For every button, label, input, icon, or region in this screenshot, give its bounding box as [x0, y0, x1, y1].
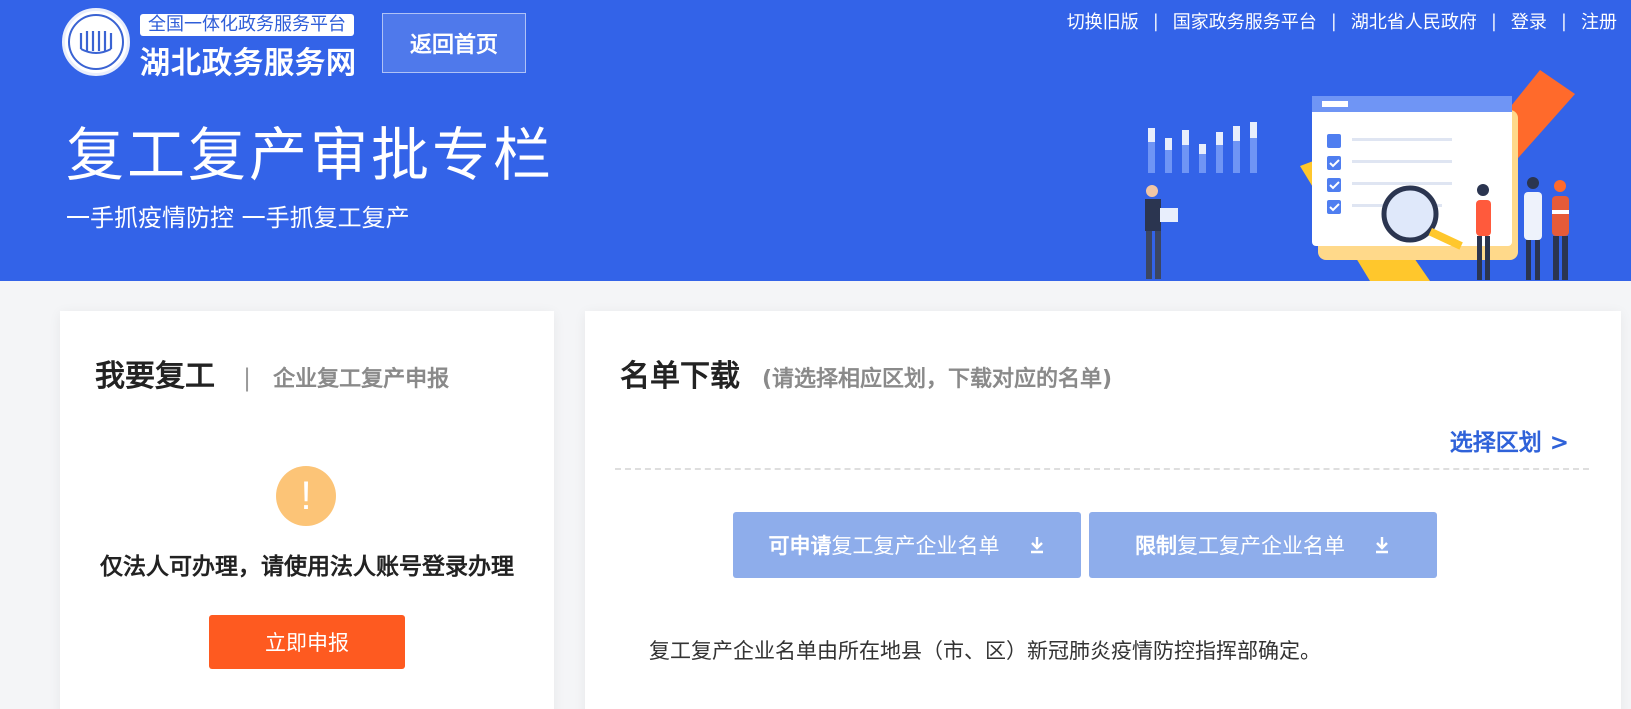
apply-now-button[interactable]: 立即申报 [209, 615, 405, 669]
banner-illustration [1145, 70, 1575, 281]
warning-icon: ! [276, 466, 336, 526]
banner-subtitle: 一手抓疫情防控 一手抓复工复产 [66, 204, 410, 232]
download-allowed-list-button[interactable]: 可申请 复工复产企业名单 [733, 512, 1081, 578]
download-button-label: 复工复产企业名单 [1177, 534, 1345, 558]
banner-title: 复工复产审批专栏 [66, 121, 555, 189]
list-download-header: 名单下载 (请选择相应区划，下载对应的名单) [620, 351, 1112, 395]
register-link[interactable]: 注册 [1581, 8, 1617, 34]
link-separator: | [1490, 10, 1497, 32]
download-restricted-list-button[interactable]: 限制 复工复产企业名单 [1089, 512, 1437, 578]
select-region-link[interactable]: 选择区划 > [1450, 423, 1569, 457]
resume-work-subtitle: 企业复工复产申报 [273, 367, 450, 392]
download-button-emphasis: 限制 [1135, 534, 1177, 558]
link-separator: | [1152, 10, 1159, 32]
dashed-divider [615, 468, 1589, 470]
switch-old-version-link[interactable]: 切换旧版 [1067, 8, 1139, 34]
hubei-government-link[interactable]: 湖北省人民政府 [1351, 8, 1477, 34]
list-source-note: 复工复产企业名单由所在地县（市、区）新冠肺炎疫情防控指挥部确定。 [649, 639, 1321, 663]
top-links: 切换旧版 | 国家政务服务平台 | 湖北省人民政府 | 登录 | 注册 [1067, 8, 1617, 34]
back-home-button[interactable]: 返回首页 [382, 13, 526, 73]
download-icon [1376, 537, 1388, 554]
resume-work-title: 我要复工 [95, 359, 215, 394]
site-logo[interactable] [62, 8, 130, 76]
resume-work-card: 我要复工 | 企业复工复产申报 ! 仅法人可办理，请使用法人账号登录办理 立即申… [60, 311, 554, 709]
download-button-label: 复工复产企业名单 [831, 534, 1000, 558]
warning-message: 仅法人可办理，请使用法人账号登录办理 [100, 554, 514, 580]
login-link[interactable]: 登录 [1511, 8, 1547, 34]
national-platform-link[interactable]: 国家政务服务平台 [1173, 8, 1317, 34]
download-button-emphasis: 可申请 [768, 534, 832, 558]
site-name[interactable]: 湖北政务服务网 [140, 38, 357, 82]
emblem-icon [68, 14, 124, 70]
resume-work-header: 我要复工 | 企业复工复产申报 [95, 351, 449, 395]
title-divider: | [243, 364, 252, 392]
platform-tag: 全国一体化政务服务平台 [140, 14, 354, 36]
list-download-card: 名单下载 (请选择相应区划，下载对应的名单) 选择区划 > 可申请 复工复产企业… [585, 311, 1621, 709]
list-download-hint: (请选择相应区划，下载对应的名单) [762, 367, 1113, 392]
bar-chart-decoration [1148, 122, 1257, 173]
header-banner: 全国一体化政务服务平台 湖北政务服务网 返回首页 切换旧版 | 国家政务服务平台… [0, 0, 1631, 281]
download-icon [1030, 537, 1043, 554]
link-separator: | [1560, 10, 1567, 32]
emblem-glyph [79, 31, 113, 54]
list-download-title: 名单下载 [620, 359, 740, 394]
link-separator: | [1330, 10, 1337, 32]
